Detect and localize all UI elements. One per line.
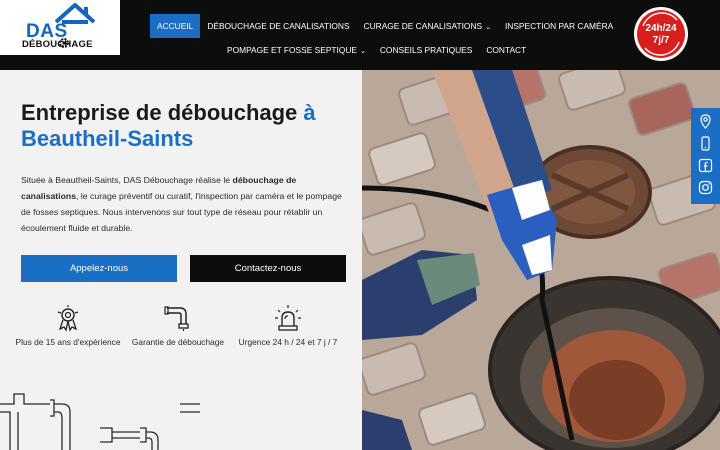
- facebook-icon[interactable]: [698, 158, 713, 173]
- feature-label: Urgence 24 h / 24 et 7 j / 7: [238, 337, 338, 347]
- site-logo[interactable]: DAS DÉBOUCHAGE: [0, 0, 120, 55]
- nav-item-label: CURAGE DE CANALISATIONS: [363, 21, 483, 31]
- nav-item-label: POMPAGE ET FOSSE SEPTIQUE: [227, 45, 357, 55]
- nav-item-label: DÉBOUCHAGE DE CANALISATIONS: [207, 21, 350, 31]
- description-text: Située à Beautheil-Saints, DAS Débouchag…: [21, 175, 233, 185]
- nav-row-2: POMPAGE ET FOSSE SEPTIQUE ⌄ CONSEILS PRAT…: [220, 38, 533, 62]
- hero-photo-drain-cleaning: [362, 70, 720, 450]
- badge-line2: 7j/7: [653, 35, 670, 46]
- feature-label: Garantie de débouchage: [131, 337, 225, 347]
- chevron-down-icon: ⌄: [485, 24, 491, 31]
- chevron-down-icon: ⌄: [360, 48, 366, 55]
- title-location: Beautheil-Saints: [21, 126, 194, 151]
- nav-item-curage[interactable]: CURAGE DE CANALISATIONS ⌄: [357, 14, 498, 38]
- main-nav: ACCUEIL DÉBOUCHAGE DE CANALISATIONS CURA…: [150, 14, 613, 55]
- badge-line1: 24h/24: [645, 23, 677, 34]
- contact-button[interactable]: Contactez-nous: [190, 255, 346, 282]
- feature-label: Plus de 15 ans d'expérience: [15, 337, 121, 347]
- feature-experience: Plus de 15 ans d'expérience: [12, 304, 124, 348]
- nav-item-label: CONTACT: [486, 45, 527, 55]
- pipes-decoration: [0, 393, 200, 450]
- nav-item-label: ACCUEIL: [157, 21, 194, 31]
- site-header: DAS DÉBOUCHAGE ACCUEIL DÉBOUCHAGE DE CAN…: [0, 0, 720, 70]
- title-text: Entreprise de débouchage: [21, 100, 304, 125]
- side-contact-bar: [691, 108, 720, 204]
- mobile-phone-icon[interactable]: [698, 136, 713, 151]
- availability-badge[interactable]: 24h/24 7j/7: [633, 6, 689, 62]
- logo-text-debouchage: DÉBOUCHAGE: [22, 39, 93, 50]
- call-button[interactable]: Appelez-nous: [21, 255, 177, 282]
- nav-item-inspection[interactable]: INSPECTION PAR CAMÉRA: [498, 14, 620, 38]
- nav-item-label: CONSEILS PRATIQUES: [379, 45, 473, 55]
- nav-item-contact[interactable]: CONTACT: [479, 38, 533, 62]
- hero-content: Entreprise de débouchage à Beautheil-Sai…: [0, 70, 362, 450]
- instagram-icon[interactable]: [698, 180, 713, 195]
- nav-item-pompage[interactable]: POMPAGE ET FOSSE SEPTIQUE ⌄: [220, 38, 373, 62]
- feature-emergency: Urgence 24 h / 24 et 7 j / 7: [232, 304, 344, 348]
- pipe-icon: [164, 306, 189, 331]
- nav-item-debouchage[interactable]: DÉBOUCHAGE DE CANALISATIONS: [200, 14, 356, 38]
- award-medal-icon: [57, 305, 79, 332]
- location-pin-icon[interactable]: [698, 114, 713, 129]
- hero-description: Située à Beautheil-Saints, DAS Débouchag…: [21, 172, 346, 236]
- page-title: Entreprise de débouchage à Beautheil-Sai…: [21, 100, 351, 152]
- emergency-siren-icon: [275, 305, 301, 331]
- feature-guarantee: Garantie de débouchage: [122, 304, 234, 348]
- nav-row-1: ACCUEIL DÉBOUCHAGE DE CANALISATIONS CURA…: [150, 14, 613, 38]
- nav-item-label: INSPECTION PAR CAMÉRA: [504, 21, 614, 31]
- nav-item-conseils[interactable]: CONSEILS PRATIQUES: [373, 38, 479, 62]
- nav-item-accueil[interactable]: ACCUEIL: [150, 14, 201, 38]
- title-highlight: à: [303, 100, 316, 125]
